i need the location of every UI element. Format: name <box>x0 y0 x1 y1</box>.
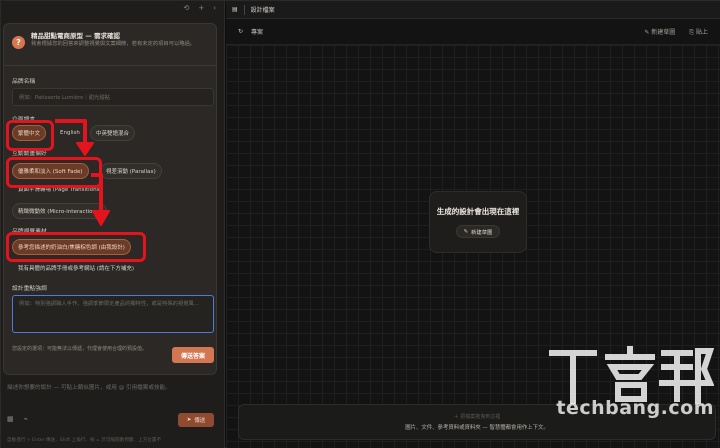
tab-bar: ▤ 設計檔案 <box>226 1 720 19</box>
chat-tools: ▦ ⌁ <box>7 415 28 423</box>
left-toolbar: ⟲ + ‹ <box>183 4 216 12</box>
app-window: ⟲ + ‹ ? 精品甜點電商原型 — 需求確認 我會根據您的回答來調整視覺與文案… <box>0 0 720 448</box>
card-title: 精品甜點電商原型 — 需求確認 <box>31 32 121 40</box>
imagery-option-brand-guide[interactable]: 我有具體的品牌手冊或參考網站 (請在下方補充) <box>12 260 140 276</box>
new-draft-button[interactable]: ✎ 新建草圖 <box>455 225 501 238</box>
pencil-icon: ✎ <box>463 228 469 235</box>
attach-icon[interactable]: ⌁ <box>24 415 28 423</box>
brand-name-input[interactable]: 例如：Patisserie Lumière｜甜光甜點 <box>12 88 214 106</box>
refresh-icon[interactable]: ↻ <box>238 28 243 35</box>
canvas-panel: ▤ 設計檔案 ↻ 專案 ✎ 新建草圖 ⎘ 貼上 生成的設計會出現在這裡 ✎ 新建… <box>226 1 720 448</box>
history-icon[interactable]: ⟲ <box>183 4 189 12</box>
send-button[interactable]: ➤ 傳送 <box>178 413 214 427</box>
question-icon: ? <box>12 36 25 49</box>
new-draft-label: 新建草圖 <box>471 229 493 236</box>
notes-textarea[interactable]: 例如：特別強調職人手作、強調季節限定產品的獨特性，或是特殊的視覺風... <box>12 295 214 333</box>
tab-design-files[interactable]: 設計檔案 <box>251 5 275 14</box>
new-draft-toolbar-button[interactable]: ✎ 新建草圖 <box>644 27 675 37</box>
grid-icon[interactable]: ▦ <box>7 415 14 423</box>
footer-note: 您設定的選項：可能無法以傳遞，代理會使用合理的預設值。 <box>12 346 148 352</box>
sidebar-toggle-icon[interactable]: ▤ <box>232 6 238 13</box>
card-header: ? 精品甜點電商原型 — 需求確認 我會根據您的回答來調整視覺與文案細節，若有未… <box>12 32 212 49</box>
empty-state-title: 生成的設計會出現在這裡 <box>436 207 520 216</box>
annotation-box-imagery <box>6 232 146 262</box>
canvas-toolbar: ↻ 專案 ✎ 新建草圖 ⎘ 貼上 <box>226 19 720 45</box>
notes-label: 設計重點強調 <box>12 286 47 292</box>
send-label: 傳送 <box>194 418 206 424</box>
drop-zone-title: ＋ 把檔案拖曳到這裡 <box>453 414 501 420</box>
send-icon: ➤ <box>186 417 192 423</box>
shortcut-hint: 自動進行 + Enter 傳送．Shift 上換行．按 = 於可縮閱數預覽．上方… <box>7 438 162 443</box>
collapse-icon[interactable]: ‹ <box>213 4 216 12</box>
submit-answers-button[interactable]: 傳送答案 <box>172 347 214 363</box>
watermark-site: techbang.com <box>556 397 714 419</box>
paste-button[interactable]: ⎘ 貼上 <box>689 27 708 37</box>
divider <box>4 65 216 66</box>
clipboard-icon: ⎘ <box>689 28 696 36</box>
chat-panel: ⟲ + ‹ ? 精品甜點電商原型 — 需求確認 我會根據您的回答來調整視覺與文案… <box>1 1 225 448</box>
drop-zone-description: 圖片、文件、參考資料或資料夾 — 智慧體都會用作上下文。 <box>405 425 549 431</box>
techbang-logo <box>549 346 714 404</box>
brand-name-label: 品牌名稱 <box>12 79 36 85</box>
card-subtitle: 我會根據您的回答來調整視覺與文案細節，若有未定的項目可以略過。 <box>31 41 196 47</box>
plus-icon[interactable]: + <box>198 4 204 12</box>
tab-separator <box>243 4 245 15</box>
empty-state-card: 生成的設計會出現在這裡 ✎ 新建草圖 <box>429 191 527 253</box>
annotation-arrows <box>55 119 110 226</box>
project-label[interactable]: 專案 <box>251 27 263 36</box>
